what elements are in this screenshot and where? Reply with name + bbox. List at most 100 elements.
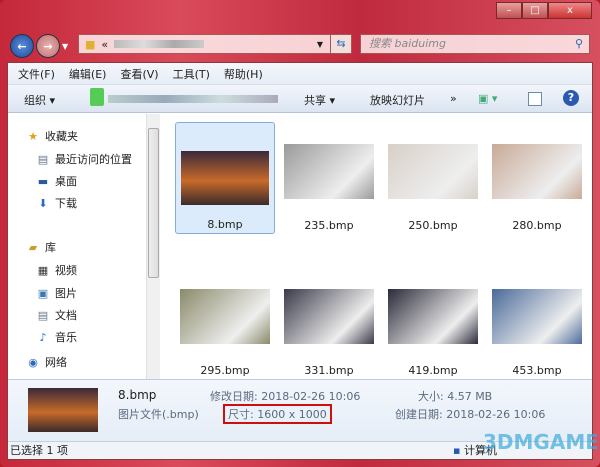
sidebar-label: 文档 [55, 309, 77, 322]
menu-help[interactable]: 帮助(H) [224, 66, 263, 82]
recent-pages-dropdown[interactable]: ▼ [62, 42, 68, 51]
sidebar-label: 图片 [55, 287, 77, 300]
address-prefix: « [101, 37, 109, 51]
details-thumbnail [28, 388, 98, 432]
sidebar-item-libraries[interactable]: ▰ 库 [26, 239, 56, 255]
back-button[interactable]: ← [10, 34, 34, 58]
organize-button[interactable]: 组织 ▾ [24, 92, 55, 108]
folder-icon: ■ [85, 37, 96, 51]
file-name: 250.bmp [408, 219, 458, 232]
file-list: 8.bmp 235.bmp 250.bmp 280.bmp 295.bmp 331.bmp… [161, 114, 592, 379]
file-tile[interactable]: 280.bmp [487, 122, 587, 234]
status-selected: 已选择 1 项 [10, 444, 68, 457]
help-icon[interactable]: ? [563, 90, 579, 106]
scrollbar-thumb[interactable] [148, 128, 159, 278]
sidebar-item-recent[interactable]: ▤ 最近访问的位置 [36, 151, 132, 167]
file-tile[interactable]: 8.bmp [175, 122, 275, 234]
sidebar-item-downloads[interactable]: ⬇ 下载 [36, 195, 77, 211]
file-name: 295.bmp [200, 364, 250, 377]
address-path-blurred [114, 40, 205, 48]
sidebar-item-music[interactable]: ♪ 音乐 [36, 329, 77, 345]
file-tile[interactable]: 453.bmp [487, 267, 587, 379]
file-name: 280.bmp [512, 219, 562, 232]
computer-icon: ▪ [453, 444, 461, 457]
file-name: 8.bmp [207, 218, 243, 231]
file-thumbnail [492, 144, 582, 199]
close-button[interactable]: x [548, 2, 592, 19]
sidebar-item-favorites[interactable]: ★ 收藏夹 [26, 128, 78, 144]
view-icon[interactable]: ▣ ▾ [478, 92, 497, 105]
sidebar-item-pictures[interactable]: ▣ 图片 [36, 285, 77, 301]
refresh-button[interactable]: ⇆ [330, 34, 352, 54]
file-name: 453.bmp [512, 364, 562, 377]
window-controls: – □ x [496, 2, 592, 19]
status-bar: 已选择 1 项 ▪ 计算机 3DMGAME [8, 432, 599, 459]
sidebar-label: 下载 [55, 197, 77, 210]
library-icon: ▰ [28, 240, 38, 254]
file-name: 419.bmp [408, 364, 458, 377]
file-thumbnail [181, 151, 269, 205]
blurred-toolbar-item [108, 95, 278, 103]
sidebar-item-desktop[interactable]: ▬ 桌面 [36, 173, 77, 189]
explorer-window: – □ x ← → ▼ ■ « ▼ ⇆ 搜索 baiduimg ⚲ 文件(F) 编… [0, 0, 600, 467]
menu-edit[interactable]: 编辑(E) [69, 66, 107, 82]
more-button[interactable]: » [450, 92, 457, 105]
document-icon: ▤ [37, 308, 49, 322]
details-filename: 8.bmp [118, 388, 157, 402]
desktop-icon: ▬ [37, 174, 49, 188]
star-icon: ★ [28, 129, 38, 143]
sidebar-label: 视频 [55, 264, 77, 277]
recent-icon: ▤ [37, 152, 49, 166]
file-thumbnail [492, 289, 582, 344]
file-tile[interactable]: 295.bmp [175, 267, 275, 379]
sidebar-item-videos[interactable]: ▦ 视频 [36, 262, 77, 278]
menu-view[interactable]: 查看(V) [120, 66, 158, 82]
file-name: 235.bmp [304, 219, 354, 232]
details-modified: 修改日期: 2018-02-26 10:06 [210, 390, 361, 403]
sidebar-scrollbar[interactable] [146, 114, 160, 379]
file-thumbnail [180, 289, 270, 344]
address-dropdown-icon[interactable]: ▼ [317, 40, 323, 49]
file-tile[interactable]: 235.bmp [279, 122, 379, 234]
picture-icon: ▣ [37, 286, 49, 300]
search-input[interactable]: 搜索 baiduimg ⚲ [360, 34, 590, 54]
menu-tools[interactable]: 工具(T) [173, 66, 210, 82]
search-icon[interactable]: ⚲ [575, 35, 583, 53]
sidebar-label: 收藏夹 [45, 130, 78, 143]
sidebar-item-network[interactable]: ◉ 网络 [26, 354, 67, 370]
slideshow-button[interactable]: 放映幻灯片 [370, 92, 425, 108]
open-with-icon[interactable] [90, 88, 104, 106]
menu-file[interactable]: 文件(F) [18, 66, 55, 82]
sidebar-label: 音乐 [55, 331, 77, 344]
maximize-button[interactable]: □ [522, 2, 548, 19]
download-icon: ⬇ [38, 196, 48, 210]
forward-button[interactable]: → [36, 34, 60, 58]
sidebar-item-documents[interactable]: ▤ 文档 [36, 307, 77, 323]
file-tile[interactable]: 331.bmp [279, 267, 379, 379]
details-dimensions: 尺寸: 1600 x 1000 [223, 404, 332, 424]
music-icon: ♪ [39, 330, 47, 344]
details-size: 大小: 4.57 MB [418, 390, 493, 403]
file-tile[interactable]: 250.bmp [383, 122, 483, 234]
video-icon: ▦ [37, 263, 49, 277]
sidebar-label: 库 [45, 241, 56, 254]
sidebar-label: 最近访问的位置 [55, 153, 132, 166]
watermark-logo: 3DMGAME [483, 430, 599, 454]
sidebar-label: 网络 [45, 356, 67, 369]
menu-bar: 文件(F) 编辑(E) 查看(V) 工具(T) 帮助(H) [8, 63, 592, 85]
address-bar[interactable]: ■ « ▼ [78, 34, 350, 54]
file-thumbnail [284, 289, 374, 344]
sidebar-label: 桌面 [55, 175, 77, 188]
file-name: 331.bmp [304, 364, 354, 377]
file-tile[interactable]: 419.bmp [383, 267, 483, 379]
preview-pane-icon[interactable] [528, 92, 542, 106]
details-created: 创建日期: 2018-02-26 10:06 [395, 408, 546, 421]
navigation-pane: ★ 收藏夹 ▤ 最近访问的位置 ▬ 桌面 ⬇ 下载 ▰ 库 ▦ 视频 ▣ 图片 ▤ 文档 ♪ 音乐… [8, 114, 160, 379]
file-thumbnail [388, 289, 478, 344]
share-button[interactable]: 共享 ▾ [304, 92, 335, 108]
details-filetype: 图片文件(.bmp) [118, 408, 199, 421]
minimize-button[interactable]: – [496, 2, 522, 19]
network-icon: ◉ [28, 355, 38, 369]
file-thumbnail [388, 144, 478, 199]
file-thumbnail [284, 144, 374, 199]
